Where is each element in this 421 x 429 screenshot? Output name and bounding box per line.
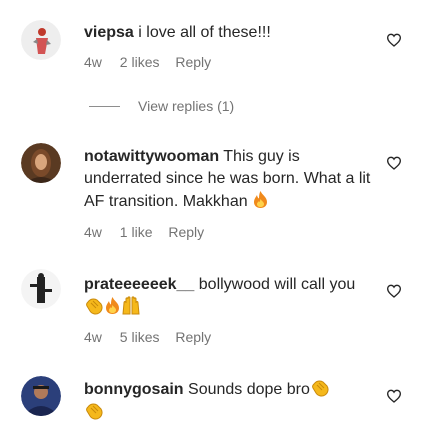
fire-emoji: [254, 191, 268, 208]
reply-button[interactable]: Reply: [168, 224, 204, 240]
heart-outline-icon[interactable]: [386, 388, 402, 404]
heart-outline-icon[interactable]: [386, 283, 402, 299]
timestamp: 4w: [84, 329, 102, 345]
likes-count[interactable]: 1 like: [120, 224, 153, 240]
comment-text: viepsa i love all of these!!!: [84, 22, 374, 44]
fire-emoji: [106, 297, 119, 314]
reply-button[interactable]: Reply: [175, 329, 211, 345]
likes-count[interactable]: 5 likes: [120, 329, 160, 345]
comment-text: bonnygosain Sounds dope bro: [84, 378, 374, 424]
comment-meta: 4w 2 likes Reply: [84, 54, 223, 70]
avatar[interactable]: [21, 20, 61, 60]
heart-outline-icon[interactable]: [386, 32, 402, 48]
avatar[interactable]: [21, 269, 61, 309]
timestamp: 4w: [84, 54, 102, 70]
divider-line: [89, 105, 120, 107]
view-replies-label: View replies (1): [138, 98, 235, 114]
timestamp: 4w: [84, 224, 102, 240]
comment-text: prateeeeeek__ bollywood will call you: [84, 274, 374, 319]
avatar[interactable]: [21, 376, 61, 416]
username-link[interactable]: viepsa: [84, 24, 134, 41]
view-replies-button[interactable]: View replies (1): [89, 96, 234, 116]
likes-count[interactable]: 2 likes: [120, 54, 160, 70]
heart-outline-icon[interactable]: [386, 155, 402, 171]
username-link[interactable]: bonnygosain: [84, 381, 184, 398]
avatar[interactable]: [21, 143, 61, 183]
reply-button[interactable]: Reply: [175, 54, 211, 70]
comment-meta: 4w 1 like Reply: [84, 224, 216, 240]
comment-body: i love all of these!!!: [138, 24, 271, 41]
username-link[interactable]: prateeeeeek__: [84, 276, 194, 293]
comment-body: Sounds dope bro: [188, 381, 310, 398]
username-link[interactable]: notawittywooman: [84, 148, 219, 165]
raised-hands-emoji: [122, 296, 140, 315]
clapping-hands-emoji: [86, 403, 103, 420]
comment-text: notawittywooman This guy is underrated s…: [84, 146, 374, 213]
clapping-hands-emoji: [311, 380, 329, 397]
clapping-hands-emoji: [86, 298, 103, 315]
comment-body: bollywood will call you: [198, 276, 356, 293]
comment-meta: 4w 5 likes Reply: [84, 329, 223, 345]
